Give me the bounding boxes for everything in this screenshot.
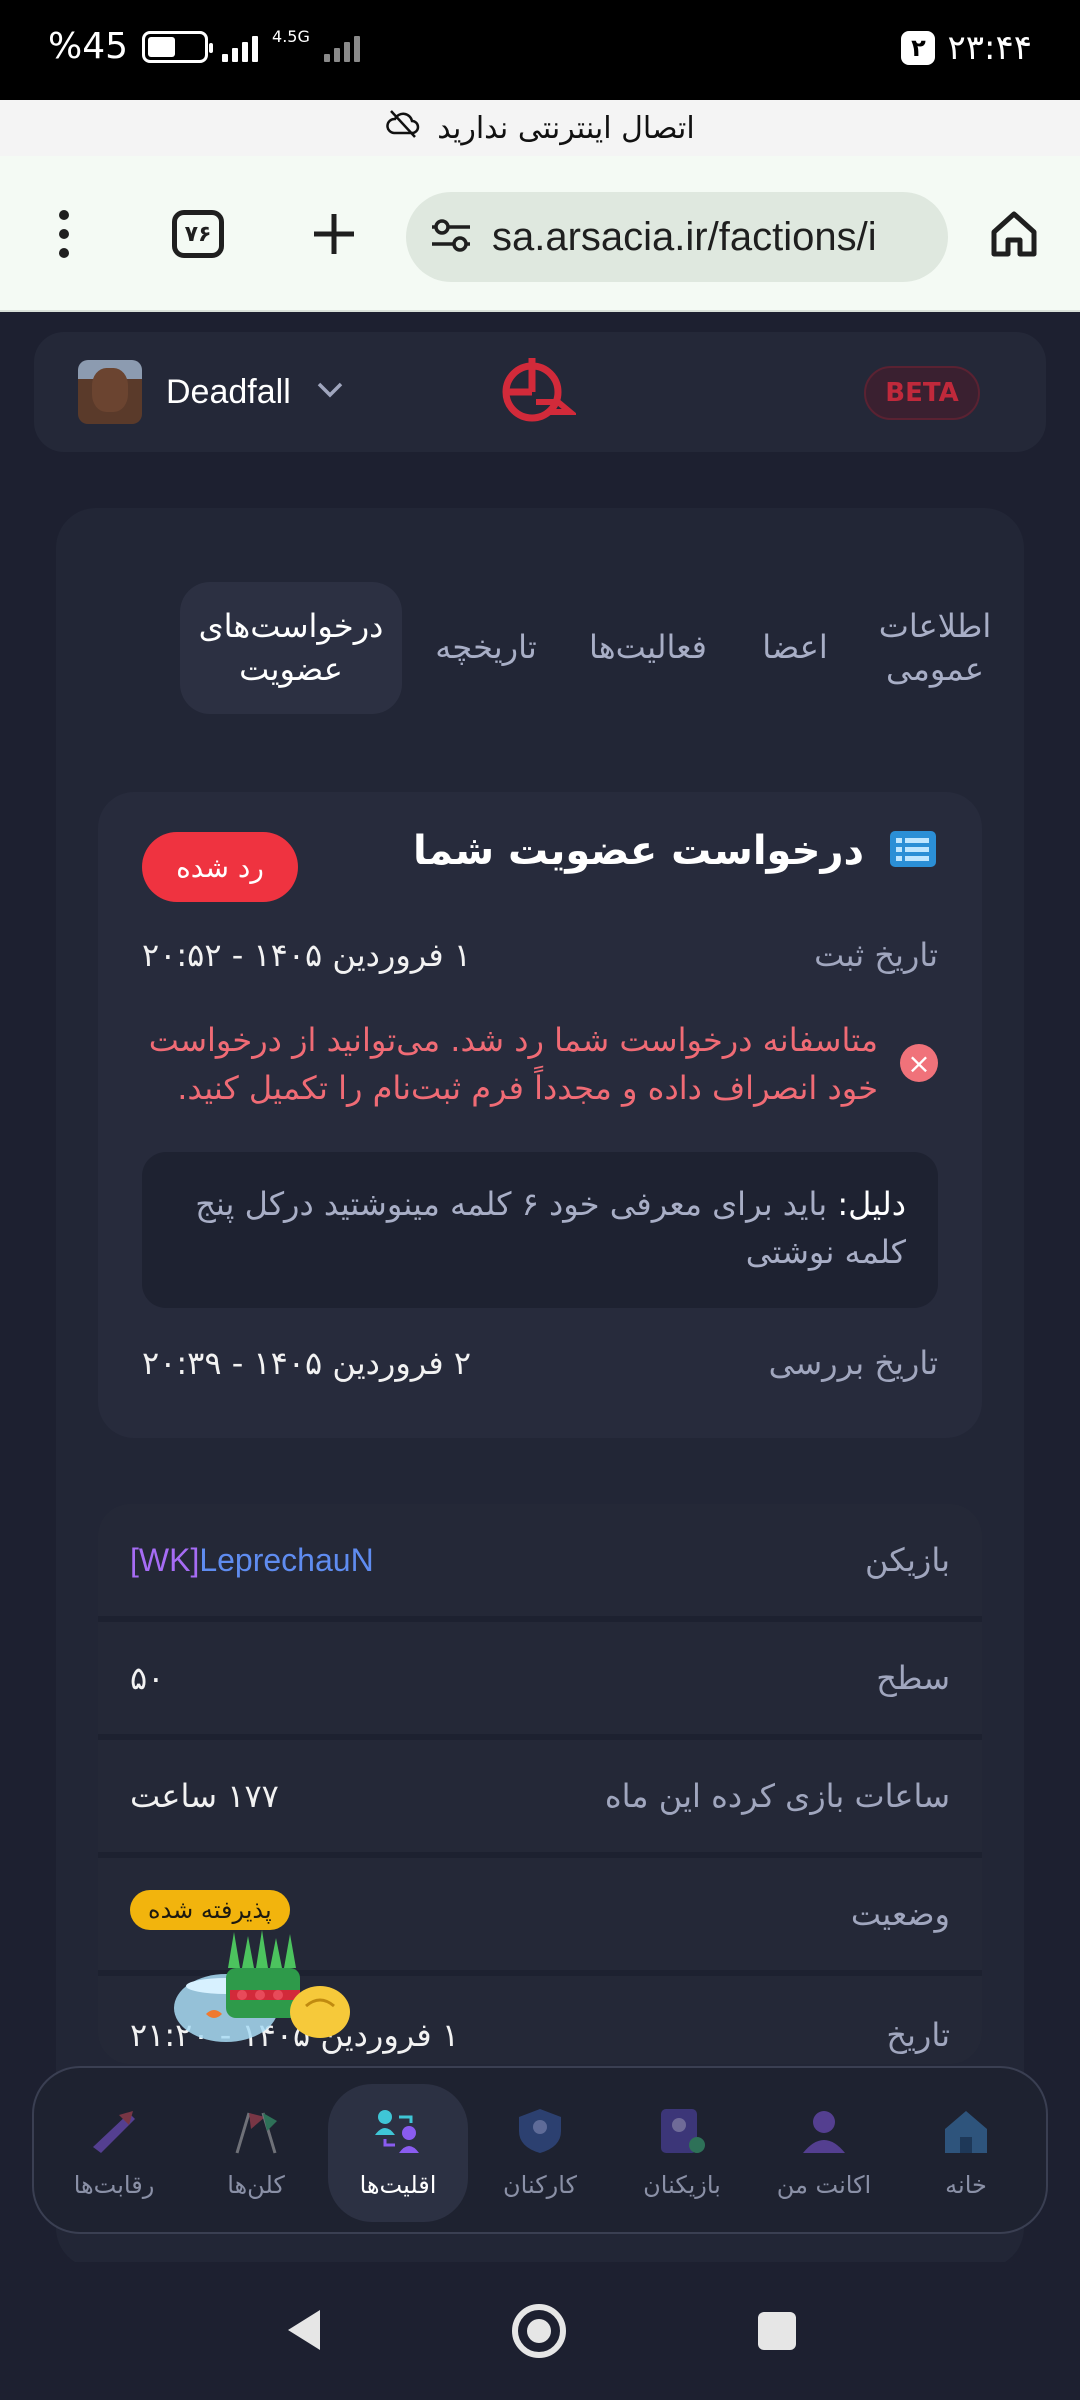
submit-date-row: تاریخ ثبت ۱ فروردین ۱۴۰۵ - ۲۰:۵۲ — [142, 930, 938, 980]
url-text: sa.arsacia.ir/factions/i — [492, 214, 877, 259]
user-menu[interactable]: Deadfall — [78, 360, 345, 424]
nav-staff[interactable]: کارکنان — [470, 2084, 610, 2222]
staff-icon — [519, 2109, 561, 2153]
submit-date-label: تاریخ ثبت — [814, 936, 938, 974]
rejection-notice: × متاسفانه درخواست شما رد شد. می‌توانید … — [142, 1016, 938, 1112]
error-icon: × — [900, 1044, 938, 1082]
nowruz-decoration — [170, 1928, 354, 2046]
nav-clans-label: کلن‌ها — [227, 2171, 285, 2199]
tab-activities[interactable]: فعالیت‌ها — [568, 582, 728, 714]
player-label: بازیکن — [864, 1541, 950, 1579]
status-left: %45 4.5G — [48, 26, 360, 67]
nav-players-label: بازیکنان — [643, 2171, 721, 2199]
bottom-navigation: خانه اکانت من بازیکنان کارکنان اقلیت‌ها … — [32, 2066, 1048, 2234]
nav-account-label: اکانت من — [776, 2171, 872, 2199]
offline-banner: اتصال اینترنتی ندارید — [0, 100, 1080, 156]
battery-icon — [142, 30, 214, 63]
address-bar[interactable]: sa.arsacia.ir/factions/i — [406, 192, 948, 282]
system-navigation-bar — [0, 2262, 1080, 2400]
tab-members[interactable]: اعضا — [740, 582, 850, 714]
faction-tabs: اطلاعات عمومی اعضا فعالیت‌ها تاریخچه درخ… — [70, 582, 1010, 714]
offline-text: اتصال اینترنتی ندارید — [437, 110, 695, 146]
competitions-icon — [93, 2111, 135, 2153]
nav-clans[interactable]: کلن‌ها — [186, 2084, 326, 2222]
info-row-hours: ساعات بازی کرده این ماه ۱۷۷ ساعت — [98, 1740, 982, 1858]
hours-label: ساعات بازی کرده این ماه — [604, 1777, 950, 1815]
status-badge: رد شده — [142, 832, 298, 902]
home-icon — [945, 2111, 987, 2153]
tabs-count: ۷۶ — [172, 210, 224, 258]
nav-competitions-label: رقابت‌ها — [73, 2171, 155, 2199]
account-icon — [803, 2111, 845, 2153]
cloud-off-icon — [385, 109, 421, 147]
status-bar: %45 4.5G ۲ ۲۳:۴۴ — [0, 0, 1080, 100]
app-header: Deadfall BETA — [34, 332, 1046, 452]
review-date-row: تاریخ بررسی ۲ فروردین ۱۴۰۵ - ۲۰:۳۹ — [142, 1338, 938, 1388]
notification-badge: ۲ — [901, 31, 936, 65]
network-type: 4.5G — [272, 27, 310, 46]
clans-icon — [235, 2112, 277, 2154]
card-header: درخواست عضویت شما — [413, 828, 938, 874]
username: Deadfall — [166, 372, 291, 411]
battery-fill — [148, 36, 176, 57]
avatar — [78, 360, 142, 424]
site-settings-icon[interactable] — [430, 217, 472, 257]
info-row-player: بازیکن [WK]LeprechauN — [98, 1504, 982, 1622]
nav-staff-label: کارکنان — [503, 2171, 577, 2199]
nav-competitions[interactable]: رقابت‌ها — [44, 2084, 184, 2222]
tab-general-info[interactable]: اطلاعات عمومی — [860, 582, 1010, 714]
hours-value: ۱۷۷ ساعت — [130, 1777, 279, 1815]
nav-home[interactable]: خانه — [896, 2084, 1036, 2222]
menu-dots-icon[interactable] — [24, 194, 104, 274]
nav-factions[interactable]: اقلیت‌ها — [328, 2084, 468, 2222]
submit-date-value: ۱ فروردین ۱۴۰۵ - ۲۰:۵۲ — [142, 936, 472, 974]
nav-account[interactable]: اکانت من — [754, 2084, 894, 2222]
back-icon[interactable] — [282, 2306, 324, 2358]
tabs-button[interactable]: ۷۶ — [158, 194, 238, 274]
review-date-value: ۲ فروردین ۱۴۰۵ - ۲۰:۳۹ — [142, 1344, 472, 1382]
tab-membership-requests[interactable]: درخواست‌های عضویت — [180, 582, 402, 714]
nav-players[interactable]: بازیکنان — [612, 2084, 752, 2222]
player-name[interactable]: [WK]LeprechauN — [130, 1542, 374, 1579]
status-right: ۲ ۲۳:۴۴ — [901, 28, 1032, 68]
nav-factions-label: اقلیت‌ها — [359, 2171, 437, 2199]
chevron-down-icon — [315, 380, 345, 404]
tab-history[interactable]: تاریخچه — [416, 582, 556, 714]
player-nickname: LeprechauN — [199, 1541, 374, 1578]
browser-toolbar: ۷۶ sa.arsacia.ir/factions/i — [0, 156, 1080, 312]
review-date-label: تاریخ بررسی — [768, 1344, 938, 1382]
players-icon — [661, 2109, 705, 2153]
rejection-reason: دلیل: باید برای معرفی خود ۶ کلمه مینوشتی… — [142, 1152, 938, 1308]
info-row-level: سطح ۵۰ — [98, 1622, 982, 1740]
signal-secondary-icon — [323, 32, 360, 62]
home-icon[interactable] — [974, 194, 1054, 274]
membership-request-card: درخواست عضویت شما رد شده تاریخ ثبت ۱ فرو… — [98, 792, 982, 1438]
rejection-message: متاسفانه درخواست شما رد شد. می‌توانید از… — [148, 1021, 878, 1107]
reason-label: دلیل: — [837, 1185, 906, 1223]
beta-badge: BETA — [864, 366, 980, 420]
factions-icon — [375, 2110, 419, 2153]
signal-icon — [222, 32, 259, 62]
recents-icon[interactable] — [756, 2310, 798, 2356]
player-tag: [WK] — [130, 1541, 200, 1578]
date-label: تاریخ — [886, 2016, 950, 2054]
nav-home-label: خانه — [945, 2171, 987, 2199]
accepted-badge: پذیرفته شده — [130, 1890, 290, 1930]
home-circle-icon[interactable] — [510, 2302, 568, 2364]
plus-icon — [314, 214, 354, 254]
reason-text: باید برای معرفی خود ۶ کلمه مینوشتید درکل… — [195, 1185, 906, 1271]
site-logo[interactable] — [496, 354, 579, 430]
card-title: درخواست عضویت شما — [412, 828, 864, 874]
level-value: ۵۰ — [130, 1659, 165, 1697]
form-icon — [888, 829, 938, 873]
level-label: سطح — [876, 1659, 950, 1697]
status-label: وضعیت — [850, 1895, 950, 1933]
new-tab-button[interactable] — [294, 194, 374, 274]
clock: ۲۳:۴۴ — [947, 28, 1032, 68]
battery-percent: %45 — [48, 26, 129, 67]
